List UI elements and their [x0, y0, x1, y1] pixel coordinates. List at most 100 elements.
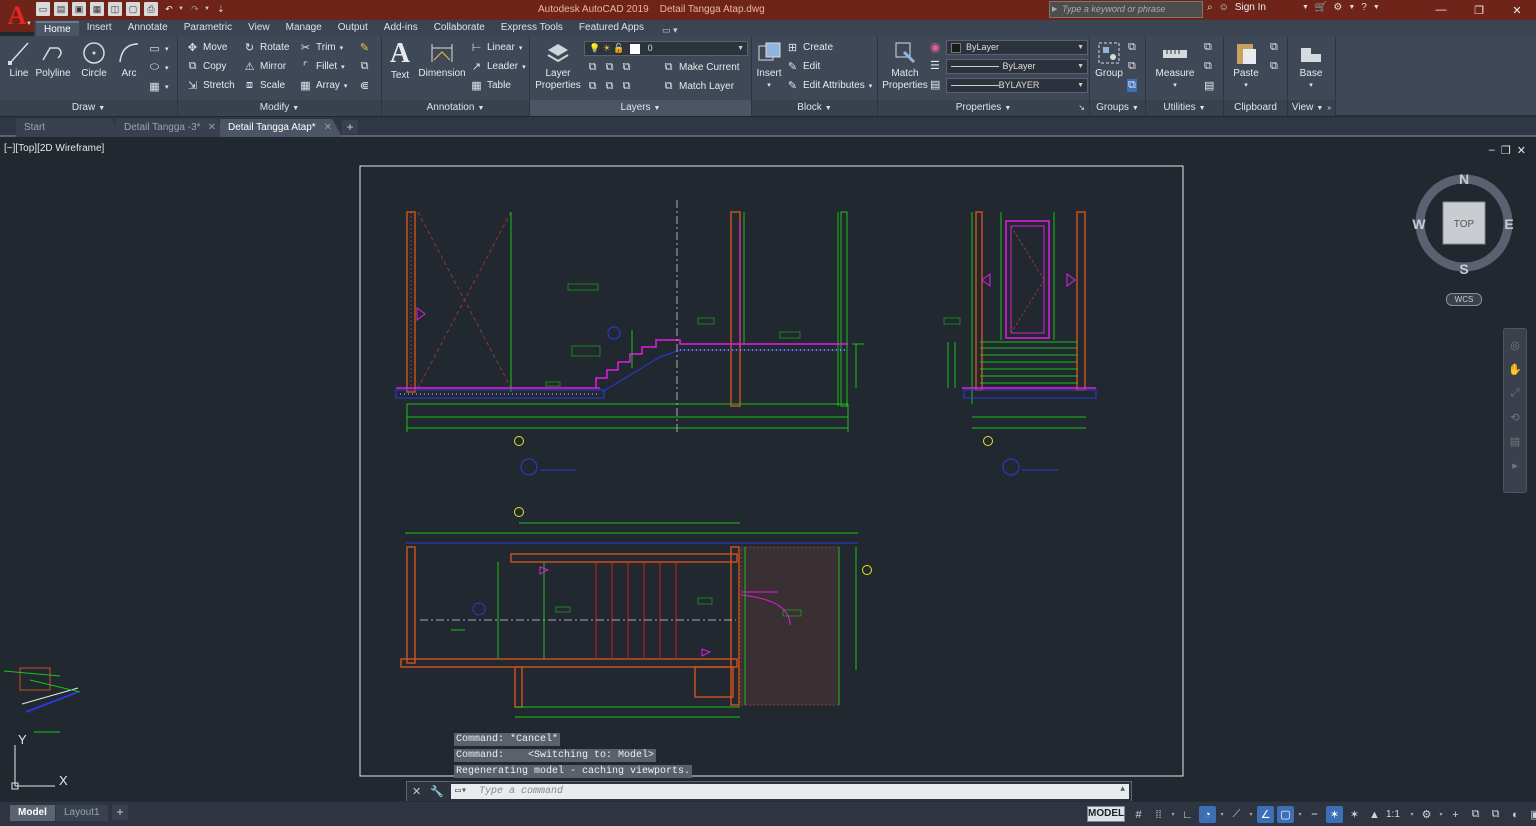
ungroup-icon[interactable]: ⧉ — [1128, 41, 1136, 54]
file-tab-detail-tangga-3[interactable]: Detail Tangga -3* ✕ — [116, 119, 226, 137]
group-button[interactable]: Group — [1094, 40, 1124, 80]
open-icon[interactable]: ▤ — [54, 2, 68, 16]
maximize-icon[interactable]: ❐ — [1460, 0, 1498, 20]
save-icon[interactable]: ▣ — [72, 2, 86, 16]
trim-button[interactable]: ✂ Trim ▾ — [299, 41, 343, 54]
copy-button[interactable]: ⧉ Copy — [186, 60, 227, 73]
sign-in-link[interactable]: Sign In — [1235, 2, 1266, 13]
web-icon[interactable]: ◫ — [108, 2, 122, 16]
clipboard-panel-label[interactable]: Clipboard — [1224, 100, 1287, 116]
pan-icon[interactable]: ✋ — [1508, 363, 1522, 377]
wcs-menu[interactable]: WCS — [1446, 293, 1482, 306]
layer-properties-button[interactable]: Layer Properties — [534, 40, 582, 92]
exchange-icon[interactable]: ⚙ — [1333, 2, 1342, 13]
viewcube-top-face[interactable]: TOP — [1454, 219, 1475, 230]
annotation-visibility-icon[interactable]: ✶ — [1326, 806, 1343, 823]
properties-panel-label[interactable]: Properties ▼ ↘ — [878, 100, 1089, 116]
layer-lock-tool-icon[interactable]: ⧉ — [586, 80, 599, 93]
array-button[interactable]: ▦ Array ▾ — [299, 79, 347, 92]
tab-featured-apps[interactable]: Featured Apps — [571, 21, 652, 36]
orbit-icon[interactable]: ⟲ — [1508, 411, 1522, 425]
tab-view[interactable]: View — [240, 21, 278, 36]
command-prompt-icon[interactable]: ▭▾ — [455, 785, 467, 797]
auto-scale-icon[interactable]: ✶ — [1346, 806, 1363, 823]
layer-thaw-icon[interactable]: ⧉ — [620, 80, 633, 93]
leader-button[interactable]: ↗ Leader ▾ — [470, 60, 526, 73]
linear-button[interactable]: ⊢ Linear ▾ — [470, 41, 523, 54]
base-view-button[interactable]: Base ▾ — [1296, 40, 1326, 92]
polar-tracking-icon[interactable]: ◔ — [1199, 806, 1216, 823]
drawing-canvas[interactable]: Y X — [0, 139, 1536, 801]
isodraft-icon[interactable]: ⟋ — [1228, 806, 1245, 823]
quick-properties-icon[interactable]: ⧉ — [1487, 806, 1504, 823]
match-layer-button[interactable]: ⧉ Match Layer — [662, 80, 734, 93]
block-panel-label[interactable]: Block ▼ — [752, 100, 877, 116]
layers-panel-label[interactable]: Layers ▼ — [530, 100, 751, 116]
viewport-controls[interactable]: [−][Top][2D Wireframe] — [4, 143, 104, 154]
cloud-icon[interactable]: ▢ — [126, 2, 140, 16]
new-tab-button[interactable]: + — [342, 120, 358, 134]
arc-button[interactable]: Arc — [115, 40, 143, 80]
hardware-acceleration-icon[interactable]: ▣ — [1527, 806, 1536, 823]
edit-block-button[interactable]: ✎ Edit — [786, 60, 820, 73]
layer-dropdown[interactable]: 💡 ☀ 🔓 0 ▼ — [584, 41, 748, 56]
copy-clip-icon[interactable]: ⧉ — [1270, 60, 1278, 73]
annotation-panel-label[interactable]: Annotation ▼ — [382, 100, 529, 116]
compass-north[interactable]: N — [1459, 171, 1469, 187]
draw-panel-label[interactable]: Draw ▼ — [0, 100, 177, 116]
layer-freeze-tool-icon[interactable]: ⧉ — [620, 61, 633, 74]
file-tab-start[interactable]: Start — [16, 119, 120, 137]
viewport-restore-icon[interactable]: ❐ — [1501, 144, 1511, 157]
linetype-dropdown[interactable]: ByLayer ▼ — [946, 59, 1088, 74]
print-icon[interactable]: ⎙ — [144, 2, 158, 16]
layout-tab-layout1[interactable]: Layout1 — [56, 805, 108, 821]
hatch-tool-2[interactable]: ▦ ▾ — [148, 80, 168, 93]
create-block-button[interactable]: ⊞ Create — [786, 41, 833, 54]
minimize-icon[interactable]: — — [1422, 0, 1460, 20]
insert-button[interactable]: Insert ▾ — [754, 40, 784, 92]
rotate-button[interactable]: ↻ Rotate — [243, 41, 290, 54]
units-icon[interactable]: ⧉ — [1467, 806, 1484, 823]
explode-button[interactable]: ⧉ — [358, 60, 371, 73]
annotation-scale-icon[interactable]: ▲ — [1366, 806, 1383, 823]
ribbon-minimize-icon[interactable]: ▭ ▾ — [662, 25, 678, 36]
viewport-minimize-icon[interactable]: – — [1489, 144, 1495, 157]
rectangle-tool[interactable]: ▭ ▾ — [148, 42, 168, 55]
model-space-button[interactable]: MODEL — [1087, 806, 1125, 822]
layer-isolate-icon[interactable]: ⧉ — [603, 61, 616, 74]
view-panel-label[interactable]: View ▼» — [1288, 100, 1335, 116]
cart-icon[interactable]: 🛒 — [1315, 2, 1327, 13]
compass-west[interactable]: W — [1412, 216, 1426, 232]
modify-panel-label[interactable]: Modify ▼ — [178, 100, 381, 116]
binoculars-icon[interactable]: ⌕ — [1207, 2, 1213, 13]
mirror-button[interactable]: ⚠ Mirror — [243, 60, 287, 73]
tab-manage[interactable]: Manage — [278, 21, 330, 36]
lineweight-dropdown[interactable]: BYLAYER ▼ — [946, 78, 1088, 93]
erase-button[interactable]: ✎ — [358, 41, 371, 54]
group-edit-icon[interactable]: ⧉ — [1128, 60, 1136, 73]
showmotion-icon[interactable]: ▤ — [1508, 435, 1522, 449]
search-input[interactable]: ▶ Type a keyword or phrase — [1049, 1, 1203, 18]
layout-tab-model[interactable]: Model — [10, 805, 55, 821]
tab-add-ins[interactable]: Add-ins — [376, 21, 426, 36]
grid-icon[interactable]: # — [1130, 806, 1147, 823]
layer-unisolate-icon[interactable]: ⧉ — [603, 80, 616, 93]
command-input[interactable]: ▭▾ Type a command ▲ — [451, 784, 1129, 799]
move-button[interactable]: ✥ Move — [186, 41, 228, 54]
redo-icon[interactable]: ↷ — [188, 2, 202, 16]
hatch-tool[interactable]: ⬭ ▾ — [148, 61, 169, 74]
application-menu-button[interactable]: A ▼ — [0, 0, 34, 32]
isolate-objects-icon[interactable]: ◐ — [1507, 806, 1524, 823]
polyline-button[interactable]: Polyline — [34, 40, 72, 80]
viewport-close-icon[interactable]: ✕ — [1517, 144, 1526, 157]
object-snap-icon[interactable]: ▢ — [1277, 806, 1294, 823]
tab-home[interactable]: Home — [36, 21, 79, 36]
ortho-icon[interactable]: ∟ — [1179, 806, 1196, 823]
undo-icon[interactable]: ↶ — [162, 2, 176, 16]
tab-output[interactable]: Output — [330, 21, 376, 36]
layer-off-icon[interactable]: ⧉ — [586, 61, 599, 74]
redo-dropdown-icon[interactable]: ▼ — [204, 6, 210, 12]
object-snap-tracking-icon[interactable]: ∠ — [1257, 806, 1274, 823]
paste-button[interactable]: Paste ▾ — [1230, 40, 1262, 92]
compass-east[interactable]: E — [1504, 216, 1513, 232]
